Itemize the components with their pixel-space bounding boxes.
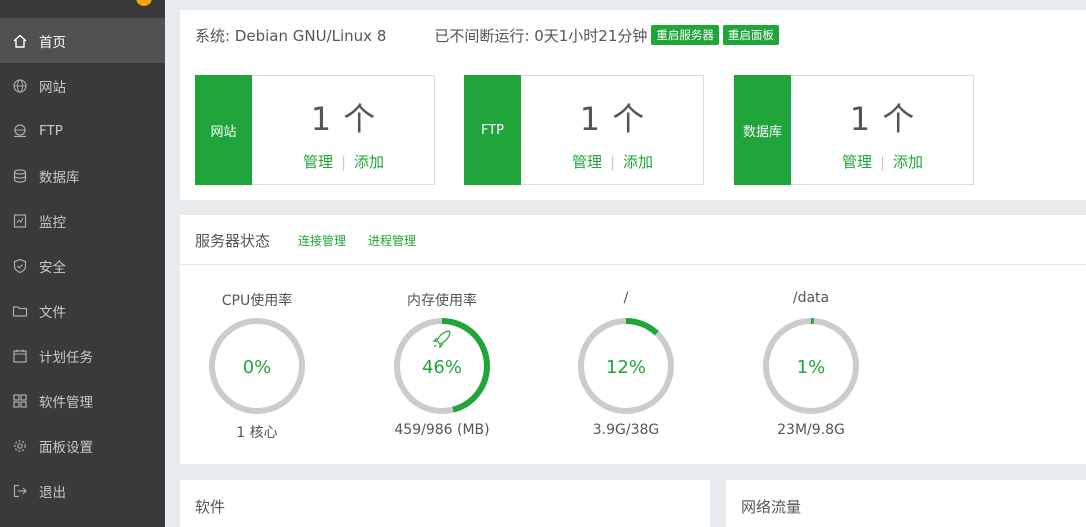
add-link[interactable]: 添加 [354, 153, 384, 171]
divider [180, 264, 1086, 265]
sidebar-item-label: 安全 [39, 259, 66, 276]
sidebar-item-label: 计划任务 [39, 349, 93, 366]
status-title: 服务器状态 [195, 232, 271, 250]
sidebar: 首页 网站 FTP 数据库 监控 安全 文件 计划任务 软件管理 面板设置 退出 [0, 0, 165, 527]
manage-link[interactable]: 管理 [842, 153, 872, 171]
gear-icon [12, 438, 28, 454]
card-count: 1 个 [849, 100, 916, 138]
sidebar-item-label: 退出 [39, 484, 66, 501]
manage-link[interactable]: 管理 [303, 153, 333, 171]
monitor-icon [12, 213, 28, 229]
traffic-panel: 网络流量 [726, 480, 1086, 527]
status-header: 服务器状态 连接管理 进程管理 [195, 230, 416, 251]
shield-icon [12, 258, 28, 274]
memory-gauge[interactable]: 内存使用率 46% 459/986 (MB) [377, 290, 507, 438]
gauge-ring: 12% [578, 318, 674, 414]
system-info-bar: 系统: Debian GNU/Linux 8 已不间断运行: 0天1小时21分钟… [195, 24, 779, 46]
calendar-icon [12, 348, 28, 364]
home-icon [12, 33, 28, 49]
link-separator: | [879, 153, 886, 171]
sidebar-item-software[interactable]: 软件管理 [0, 378, 165, 423]
sidebar-item-label: 数据库 [39, 169, 80, 186]
sidebar-item-label: 软件管理 [39, 394, 93, 411]
sidebar-item-security[interactable]: 安全 [0, 243, 165, 288]
link-separator: | [609, 153, 616, 171]
gauge-value: 12% [606, 357, 646, 378]
software-panel: 软件 [180, 480, 710, 527]
card-links: 管理 | 添加 [253, 151, 434, 172]
sidebar-item-label: 面板设置 [39, 439, 93, 456]
gauge-footer: 3.9G/38G [592, 422, 660, 438]
gauge-value: 1% [797, 357, 826, 378]
card-tag: 网站 [195, 75, 252, 185]
sidebar-item-website[interactable]: 网站 [0, 63, 165, 108]
card-count: 1 个 [579, 100, 646, 138]
grid-icon [12, 393, 28, 409]
folder-icon [12, 303, 28, 319]
connection-manage-link[interactable]: 连接管理 [298, 232, 346, 249]
link-separator: | [340, 153, 347, 171]
restart-panel-button[interactable]: 重启面板 [722, 25, 779, 45]
gauge-footer: 459/986 (MB) [394, 422, 490, 438]
card-count: 1 个 [310, 100, 377, 138]
sidebar-item-database[interactable]: 数据库 [0, 153, 165, 198]
gauge-ring: 0% [209, 318, 305, 414]
os-info: 系统: Debian GNU/Linux 8 [195, 26, 387, 45]
add-link[interactable]: 添加 [623, 153, 653, 171]
server-status-panel: 服务器状态 连接管理 进程管理 CPU使用率 0% 1 核心 内存使用率 46%… [180, 215, 1086, 464]
sidebar-item-label: 监控 [39, 214, 66, 231]
overview-panel: 系统: Debian GNU/Linux 8 已不间断运行: 0天1小时21分钟… [180, 10, 1086, 200]
gauge-footer: 1 核心 [236, 425, 278, 441]
gauge-label: 内存使用率 [407, 293, 477, 309]
sidebar-item-monitor[interactable]: 监控 [0, 198, 165, 243]
card-tag: FTP [464, 75, 521, 185]
logout-icon [12, 483, 28, 499]
gauge-value: 46% [422, 357, 462, 378]
manage-link[interactable]: 管理 [572, 153, 602, 171]
sidebar-item-ftp[interactable]: FTP [0, 108, 165, 153]
database-icon [12, 168, 28, 184]
sidebar-item-label: 网站 [39, 79, 66, 96]
sidebar-item-home[interactable]: 首页 [0, 18, 165, 63]
gauge-ring: 46% [394, 318, 490, 414]
gauge-footer: 23M/9.8G [777, 422, 845, 438]
gauge-label: /data [792, 290, 830, 306]
sidebar-nav: 首页 网站 FTP 数据库 监控 安全 文件 计划任务 软件管理 面板设置 退出 [0, 18, 165, 513]
sidebar-item-label: 首页 [39, 34, 66, 51]
card-links: 管理 | 添加 [792, 151, 973, 172]
sidebar-item-files[interactable]: 文件 [0, 288, 165, 333]
sidebar-item-label: 文件 [39, 304, 66, 321]
cpu-gauge[interactable]: CPU使用率 0% 1 核心 [192, 290, 322, 442]
sidebar-item-cron[interactable]: 计划任务 [0, 333, 165, 378]
root-disk-gauge[interactable]: / 12% 3.9G/38G [561, 290, 691, 438]
process-manage-link[interactable]: 进程管理 [368, 232, 416, 249]
uptime-info: 已不间断运行: 0天1小时21分钟 [434, 26, 648, 45]
website-card: 网站 1 个 管理 | 添加 [195, 75, 435, 185]
rocket-icon[interactable] [432, 330, 451, 349]
ftp-card: FTP 1 个 管理 | 添加 [464, 75, 704, 185]
ftp-icon [12, 123, 28, 139]
data-disk-gauge[interactable]: /data 1% 23M/9.8G [746, 290, 876, 438]
database-card: 数据库 1 个 管理 | 添加 [734, 75, 974, 185]
globe-icon [12, 78, 28, 94]
gauge-value: 0% [243, 357, 272, 378]
restart-server-button[interactable]: 重启服务器 [651, 25, 719, 45]
gauge-label: / [623, 290, 629, 306]
sidebar-item-settings[interactable]: 面板设置 [0, 423, 165, 468]
notification-badge[interactable] [136, 0, 152, 6]
gauge-label: CPU使用率 [221, 293, 293, 309]
traffic-title: 网络流量 [741, 498, 802, 516]
sidebar-item-label: FTP [39, 122, 63, 139]
sidebar-item-logout[interactable]: 退出 [0, 468, 165, 513]
card-links: 管理 | 添加 [522, 151, 703, 172]
software-title: 软件 [195, 498, 226, 516]
gauge-ring: 1% [763, 318, 859, 414]
card-tag: 数据库 [734, 75, 791, 185]
add-link[interactable]: 添加 [893, 153, 923, 171]
